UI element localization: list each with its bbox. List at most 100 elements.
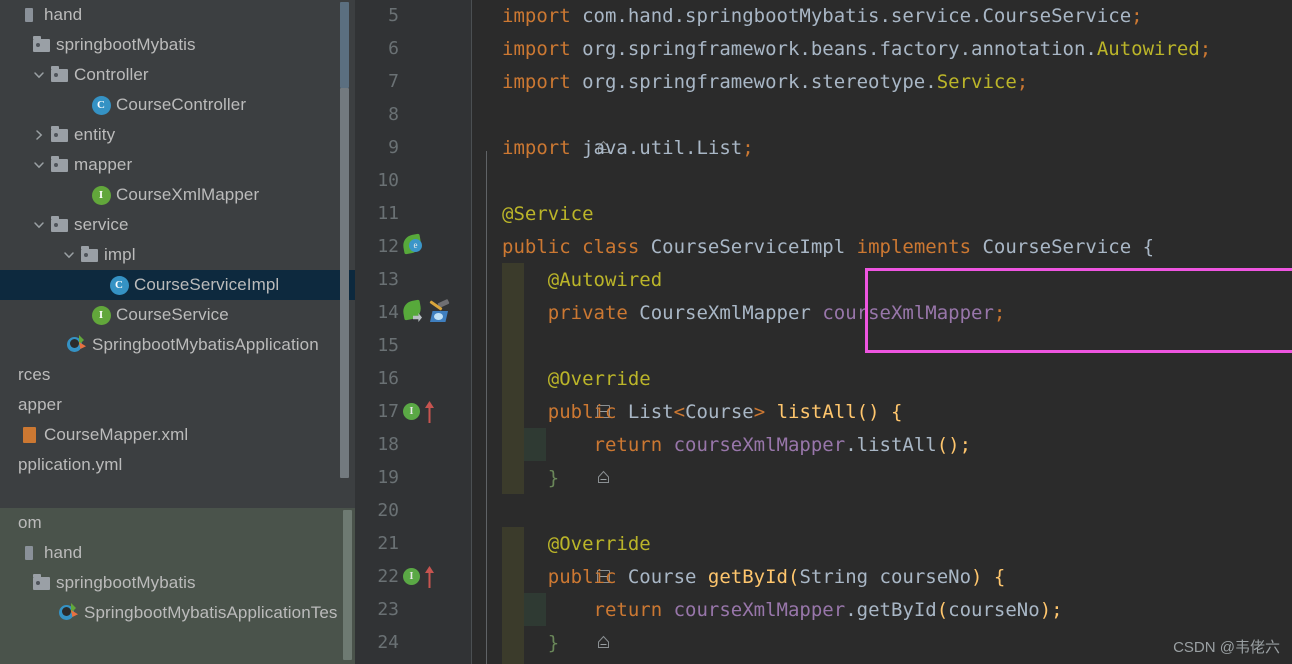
- code-token: return: [593, 598, 674, 621]
- tree-item-entity[interactable]: entity: [0, 120, 355, 150]
- gutter-row[interactable]: 18: [355, 428, 472, 461]
- gutter-row[interactable]: 9: [355, 131, 472, 164]
- sidebar-lower-scrollbar-thumb[interactable]: [343, 510, 352, 660]
- code-line[interactable]: return courseXmlMapper. listAll ();: [502, 428, 972, 461]
- code-line[interactable]: import java.util.List;: [502, 131, 754, 164]
- code-line[interactable]: public class CourseServiceImpl implement…: [502, 230, 1154, 263]
- tree-item-label: apper: [18, 395, 62, 414]
- chevron-down-icon[interactable]: [60, 240, 78, 270]
- gutter-row[interactable]: 6: [355, 32, 472, 65]
- gutter-row[interactable]: 14: [355, 296, 472, 329]
- tree-item-hand[interactable]: hand: [0, 538, 355, 568]
- twisty-placeholder: [72, 300, 90, 330]
- implements-method-icon[interactable]: I: [403, 401, 443, 423]
- twisty-placeholder: [12, 568, 30, 598]
- gutter-row[interactable]: 23: [355, 593, 472, 626]
- editor-gutter[interactable]: 5 6 7 8 9 10 11 12 e 13 14 15 16 17 I 18 19 20 21 22 I 23 24: [355, 0, 472, 664]
- gutter-row[interactable]: 13: [355, 263, 472, 296]
- tree-item-coursecontroller[interactable]: C CourseController: [0, 90, 355, 120]
- gutter-markers: [401, 197, 467, 230]
- code-line[interactable]: public List < Course > listAll() {: [502, 395, 903, 428]
- gutter-row[interactable]: 22 I: [355, 560, 472, 593]
- tree-item-apper[interactable]: apper: [0, 390, 355, 420]
- hammer-tool-icon[interactable]: [427, 298, 451, 324]
- code-token: private: [547, 301, 640, 324]
- fold-region-end-marker[interactable]: [597, 634, 610, 650]
- gutter-row[interactable]: 8: [355, 98, 472, 131]
- gutter-row[interactable]: 20: [355, 494, 472, 527]
- code-fold-column[interactable]: [472, 0, 610, 664]
- chevron-down-icon[interactable]: [30, 210, 48, 240]
- line-number: 6: [388, 38, 399, 59]
- line-number: 18: [377, 434, 399, 455]
- gutter-row[interactable]: 7: [355, 65, 472, 98]
- tree-item-om[interactable]: om: [0, 508, 355, 538]
- implements-method-icon[interactable]: I: [403, 566, 443, 588]
- code-line[interactable]: import com.hand.springbootMybatis.servic…: [502, 0, 1143, 32]
- twisty-placeholder: [90, 270, 108, 300]
- gutter-row[interactable]: 12 e: [355, 230, 472, 263]
- tree-item-springbootmybatisapplicationtes[interactable]: SpringbootMybatisApplicationTes: [0, 598, 355, 628]
- tree-item-springbootmybatisapplication[interactable]: SpringbootMybatisApplication: [0, 330, 355, 360]
- indent-highlight-method-getbyid: [502, 527, 524, 664]
- project-tree-upper[interactable]: hand springbootMybatis Controller C CourseCo…: [0, 0, 355, 508]
- chevron-down-icon[interactable]: [30, 150, 48, 180]
- tree-item-label: CourseService: [116, 305, 229, 324]
- spring-autowire-icon[interactable]: [401, 299, 425, 323]
- code-line[interactable]: @Autowired: [502, 263, 662, 296]
- code-line[interactable]: import org.springframework.stereotype. Se…: [502, 65, 1028, 98]
- sidebar-scrollbar-track[interactable]: [340, 0, 352, 508]
- folder-icon: [48, 210, 70, 240]
- project-tree-panel[interactable]: hand springbootMybatis Controller C CourseCo…: [0, 0, 355, 664]
- code-editor[interactable]: 5 6 7 8 9 10 11 12 e 13 14 15 16 17 I 18 19 20 21 22 I 23 24 i…: [355, 0, 1292, 664]
- tree-item-courseserviceimpl[interactable]: C CourseServiceImpl: [0, 270, 355, 300]
- tree-item-courseservice[interactable]: I CourseService: [0, 300, 355, 330]
- fold-region-end-marker[interactable]: [597, 469, 610, 485]
- code-token: import: [502, 136, 583, 159]
- gutter-row[interactable]: 15: [355, 329, 472, 362]
- tree-item-pplication-yml[interactable]: pplication.yml: [0, 450, 355, 480]
- tree-item-coursexmlmapper[interactable]: I CourseXmlMapper: [0, 180, 355, 210]
- tree-item-coursemapper-xml[interactable]: CourseMapper.xml: [0, 420, 355, 450]
- tree-item-springbootmybatis[interactable]: springbootMybatis: [0, 30, 355, 60]
- code-token: Autowired: [1096, 37, 1200, 60]
- twisty-placeholder: [0, 390, 18, 420]
- code-token: implements: [856, 235, 983, 258]
- code-line[interactable]: return courseXmlMapper. getById(courseNo)…: [502, 593, 1063, 626]
- indent-highlight-method-listall: [502, 362, 524, 494]
- sidebar-scrollbar-thumb[interactable]: [340, 88, 349, 478]
- gutter-row[interactable]: 10: [355, 164, 472, 197]
- tree-item-mapper[interactable]: mapper: [0, 150, 355, 180]
- tree-item-springbootmybatis[interactable]: springbootMybatis: [0, 568, 355, 598]
- spring-bean-icon[interactable]: e: [401, 233, 425, 257]
- gutter-markers: [401, 626, 467, 659]
- gutter-markers: [401, 65, 467, 98]
- folder-icon: [78, 240, 100, 270]
- code-line[interactable]: @Override: [502, 527, 651, 560]
- tree-item-rces[interactable]: rces: [0, 360, 355, 390]
- code-line[interactable]: public Course getById(String courseNo) {: [502, 560, 1006, 593]
- sidebar-scrollbar-thumb-highlight[interactable]: [340, 2, 349, 88]
- gutter-row[interactable]: 17 I: [355, 395, 472, 428]
- chevron-right-icon[interactable]: [30, 120, 48, 150]
- code-token: Course: [627, 565, 708, 588]
- gutter-row[interactable]: 24: [355, 626, 472, 659]
- gutter-row[interactable]: 5: [355, 0, 472, 32]
- project-tree-lower[interactable]: om hand springbootMybatis SpringbootMybatis…: [0, 508, 355, 664]
- code-token: ;: [1131, 4, 1143, 27]
- class-icon: C: [108, 270, 130, 300]
- gutter-row[interactable]: 16: [355, 362, 472, 395]
- gutter-row[interactable]: 19: [355, 461, 472, 494]
- chevron-down-icon[interactable]: [30, 60, 48, 90]
- code-line[interactable]: @Service: [502, 197, 594, 230]
- tree-item-controller[interactable]: Controller: [0, 60, 355, 90]
- tree-item-impl[interactable]: impl: [0, 240, 355, 270]
- tree-item-hand[interactable]: hand: [0, 0, 355, 30]
- gutter-row[interactable]: 11: [355, 197, 472, 230]
- code-line[interactable]: private CourseXmlMapper courseXmlMapper;: [502, 296, 1006, 329]
- code-line[interactable]: @Override: [502, 362, 651, 395]
- tree-item-label: hand: [44, 5, 83, 24]
- code-line[interactable]: import org.springframework.beans.factory…: [502, 32, 1211, 65]
- tree-item-service[interactable]: service: [0, 210, 355, 240]
- gutter-row[interactable]: 21: [355, 527, 472, 560]
